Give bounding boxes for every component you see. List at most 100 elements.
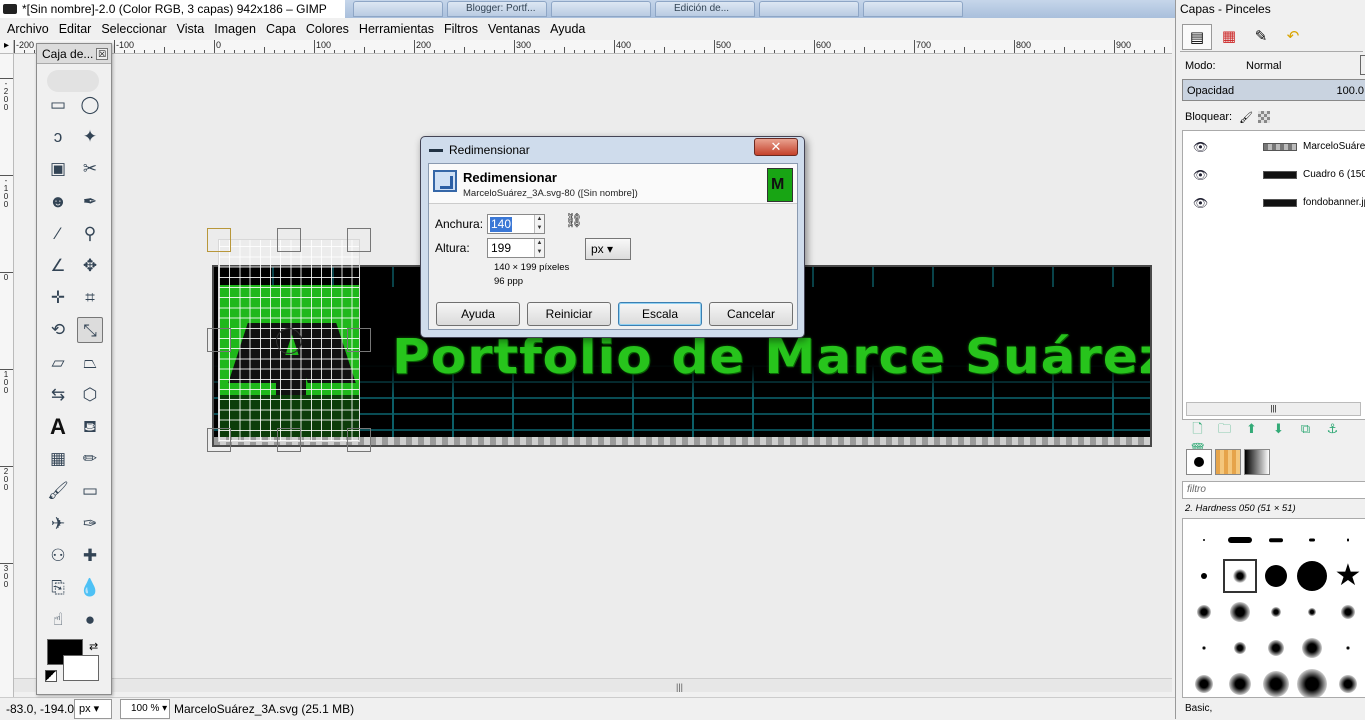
text-icon[interactable]: A bbox=[45, 414, 71, 440]
background-tab[interactable] bbox=[759, 1, 859, 17]
perspective-clone-icon[interactable]: ⎘ bbox=[45, 575, 71, 601]
ruler-corner[interactable]: ▸ bbox=[0, 40, 14, 54]
clone-icon[interactable]: ⚇ bbox=[45, 543, 71, 569]
shear-icon[interactable]: ▱ bbox=[45, 350, 71, 376]
help-button[interactable]: Ayuda bbox=[436, 302, 520, 326]
brush-preview[interactable] bbox=[1331, 631, 1365, 665]
eye-icon[interactable]: 👁 bbox=[1193, 133, 1208, 161]
transform-handle[interactable] bbox=[277, 428, 301, 452]
free-select-icon[interactable]: ↄ bbox=[45, 124, 71, 150]
move-icon[interactable]: ✥ bbox=[77, 253, 103, 279]
menu-vista[interactable]: Vista bbox=[172, 18, 210, 40]
dialog-close-button[interactable]: ✕ bbox=[754, 138, 798, 156]
brush-preview[interactable] bbox=[1259, 667, 1293, 697]
menu-colores[interactable]: Colores bbox=[301, 18, 354, 40]
menu-imagen[interactable]: Imagen bbox=[209, 18, 261, 40]
transform-handle[interactable] bbox=[347, 228, 371, 252]
pattern-tab-icon[interactable] bbox=[1215, 449, 1241, 475]
menu-archivo[interactable]: Archivo bbox=[2, 18, 54, 40]
anchor-layer-icon[interactable]: ⚓ bbox=[1319, 421, 1346, 437]
brush-preview[interactable] bbox=[1187, 523, 1221, 557]
paths-tab-icon[interactable]: ✎ bbox=[1246, 24, 1276, 50]
brush-preview[interactable] bbox=[1187, 631, 1221, 665]
transform-handle[interactable] bbox=[347, 428, 371, 452]
brush-preview[interactable] bbox=[1295, 631, 1329, 665]
chain-link-icon[interactable]: ⛓ bbox=[565, 212, 583, 246]
menu-seleccionar[interactable]: Seleccionar bbox=[96, 18, 171, 40]
transform-center-handle[interactable] bbox=[276, 328, 302, 354]
brush-preview[interactable] bbox=[1187, 667, 1221, 697]
menu-ventanas[interactable]: Ventanas bbox=[483, 18, 545, 40]
brush-preview[interactable] bbox=[1259, 523, 1293, 557]
blend-icon[interactable]: ▦ bbox=[45, 446, 71, 472]
horizontal-ruler[interactable]: -200 -100 0 100 200 300 400 500 600 700 800 900 bbox=[14, 40, 1172, 54]
channels-tab-icon[interactable]: ▦ bbox=[1214, 24, 1244, 50]
eye-icon[interactable]: 👁 bbox=[1193, 161, 1208, 189]
crop-icon[interactable]: ⌗ bbox=[77, 285, 103, 311]
perspective-icon[interactable]: ⏢ bbox=[77, 350, 103, 376]
ellipse-select-icon[interactable]: ◯ bbox=[77, 92, 103, 118]
brush-preview[interactable] bbox=[1295, 523, 1329, 557]
brush-preview[interactable] bbox=[1223, 595, 1257, 629]
menu-editar[interactable]: Editar bbox=[54, 18, 97, 40]
transform-handle[interactable] bbox=[347, 328, 371, 352]
cage-icon[interactable]: ⬡ bbox=[77, 382, 103, 408]
cancel-button[interactable]: Cancelar bbox=[709, 302, 793, 326]
layers-tab-icon[interactable]: ▤ bbox=[1182, 24, 1212, 50]
duplicate-layer-icon[interactable]: ⧉ bbox=[1292, 421, 1319, 437]
color-select-icon[interactable]: ▣ bbox=[45, 156, 71, 182]
heal-icon[interactable]: ✚ bbox=[77, 543, 103, 569]
brush-preview[interactable] bbox=[1331, 523, 1365, 557]
new-group-icon[interactable]: 🗀 bbox=[1211, 420, 1238, 442]
star-brush-icon[interactable]: ★ bbox=[1331, 559, 1365, 593]
wilber-drop-area[interactable] bbox=[47, 70, 99, 92]
brush-preview[interactable] bbox=[1295, 667, 1329, 697]
brush-preview[interactable] bbox=[1295, 559, 1329, 593]
measure-icon[interactable]: ∠ bbox=[45, 253, 71, 279]
layer-row[interactable]: 👁 Cuadro 6 (150m... bbox=[1183, 161, 1365, 189]
transform-handle[interactable] bbox=[277, 228, 301, 252]
brush-grid[interactable]: ★ bbox=[1182, 518, 1365, 698]
height-stepper[interactable]: ▲ ▼ bbox=[534, 239, 544, 257]
mode-dropdown[interactable]: Normal bbox=[1246, 60, 1281, 72]
unit-dropdown[interactable]: px ▾ bbox=[585, 238, 631, 260]
background-tab[interactable]: Edición de... bbox=[655, 1, 755, 17]
zoom-icon[interactable]: ⚲ bbox=[77, 221, 103, 247]
toolbox-close-button[interactable]: ☒ bbox=[96, 48, 108, 60]
paintbrush-icon[interactable]: 🖌 bbox=[45, 478, 71, 504]
lock-alpha-icon[interactable] bbox=[1258, 111, 1271, 124]
new-layer-icon[interactable]: 🗋 bbox=[1184, 420, 1211, 442]
menu-herramientas[interactable]: Herramientas bbox=[354, 18, 439, 40]
default-colors-icon[interactable] bbox=[45, 670, 57, 682]
background-tab[interactable] bbox=[863, 1, 963, 17]
reset-button[interactable]: Reiniciar bbox=[527, 302, 611, 326]
brush-filter-input[interactable]: filtro bbox=[1182, 481, 1365, 499]
opacity-slider[interactable]: Opacidad 100.0 bbox=[1182, 79, 1365, 101]
mode-dropdown-edge[interactable] bbox=[1360, 55, 1365, 75]
brush-preview[interactable] bbox=[1223, 523, 1257, 557]
layers-scrollbar[interactable]: ||| bbox=[1186, 402, 1361, 416]
scissors-icon[interactable]: ✂ bbox=[77, 156, 103, 182]
brush-preview[interactable] bbox=[1223, 631, 1257, 665]
brush-preview[interactable] bbox=[1223, 667, 1257, 697]
brush-preview[interactable] bbox=[1295, 595, 1329, 629]
brush-preview[interactable] bbox=[1259, 631, 1293, 665]
airbrush-icon[interactable]: ✈ bbox=[45, 511, 71, 537]
background-tab[interactable] bbox=[353, 1, 443, 17]
fuzzy-select-icon[interactable]: ✦ bbox=[77, 124, 103, 150]
width-input[interactable]: 140 ▲ ▼ bbox=[487, 214, 545, 234]
dialog-titlebar[interactable]: Redimensionar ✕ bbox=[421, 137, 804, 163]
ink-icon[interactable]: ✑ bbox=[77, 511, 103, 537]
undo-tab-icon[interactable]: ↶ bbox=[1278, 24, 1308, 50]
brush-preview[interactable] bbox=[1331, 595, 1365, 629]
rotate-icon[interactable]: ⟲ bbox=[45, 317, 71, 343]
menu-ayuda[interactable]: Ayuda bbox=[545, 18, 590, 40]
align-icon[interactable]: ✛ bbox=[45, 285, 71, 311]
dodge-burn-icon[interactable]: ● bbox=[77, 607, 103, 633]
brush-preview[interactable] bbox=[1187, 595, 1221, 629]
vertical-ruler[interactable]: -200 -100 0 100 200 300 bbox=[0, 54, 14, 697]
foreground-select-icon[interactable]: ☻ bbox=[45, 189, 71, 215]
height-input[interactable]: 199 ▲ ▼ bbox=[487, 238, 545, 258]
horizontal-scrollbar[interactable]: ||| bbox=[14, 678, 1172, 692]
lower-layer-icon[interactable]: ⬇ bbox=[1265, 421, 1292, 437]
